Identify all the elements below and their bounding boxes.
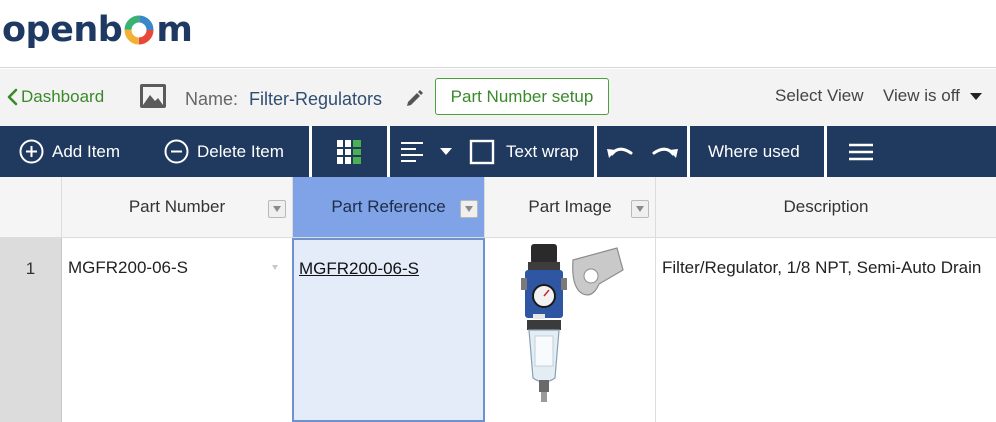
- caret-down-icon: [969, 92, 982, 100]
- column-header-label: Part Image: [528, 197, 612, 216]
- bom-header: Dashboard Name: Filter-Regulators Part N…: [0, 69, 996, 126]
- image-icon[interactable]: [139, 83, 167, 114]
- text-wrap-toggle[interactable]: Text wrap: [469, 126, 579, 177]
- select-view-label: Select View: [775, 86, 864, 105]
- redo-button[interactable]: [650, 126, 680, 177]
- filter-icon[interactable]: [460, 200, 478, 218]
- filter-icon[interactable]: [268, 200, 286, 218]
- logo-text-left: openb: [2, 10, 123, 50]
- column-header-part-image[interactable]: Part Image: [485, 177, 656, 238]
- minus-circle-icon: [164, 139, 189, 164]
- part-reference-link[interactable]: MGFR200-06-S: [299, 259, 419, 279]
- description-value: Filter/Regulator, 1/8 NPT, Semi-Auto Dra…: [662, 258, 982, 277]
- caret-down-icon[interactable]: [272, 265, 278, 270]
- filter-regulator-image[interactable]: [513, 240, 629, 410]
- grid-view-icon: [337, 139, 361, 164]
- part-image-cell[interactable]: [485, 238, 656, 422]
- toolbar-divider: [824, 126, 827, 177]
- add-item-label: Add Item: [52, 141, 121, 161]
- caret-down-icon: [440, 147, 452, 155]
- dashboard-label: Dashboard: [21, 87, 105, 106]
- logo-ring-icon: [124, 15, 154, 45]
- row-number-cell[interactable]: 1: [0, 238, 62, 422]
- toolbar-divider: [387, 126, 390, 177]
- row-number: 1: [25, 259, 36, 278]
- align-dropdown[interactable]: [400, 126, 452, 177]
- description-cell[interactable]: Filter/Regulator, 1/8 NPT, Semi-Auto Dra…: [656, 238, 996, 422]
- column-header-part-number[interactable]: Part Number: [62, 177, 293, 238]
- menu-icon: [849, 143, 873, 160]
- undo-button[interactable]: [605, 126, 635, 177]
- grid-view-button[interactable]: [336, 126, 362, 177]
- undo-icon: [607, 147, 633, 158]
- checkbox-icon: [469, 139, 495, 164]
- dashboard-link[interactable]: Dashboard: [6, 87, 104, 107]
- toolbar: Add Item Delete Item Text wrap Where use…: [0, 126, 996, 177]
- part-number-cell[interactable]: MGFR200-06-S: [62, 238, 293, 422]
- toolbar-divider: [594, 126, 597, 177]
- column-header-description[interactable]: Description: [656, 177, 996, 238]
- logo-text-right: m: [156, 10, 193, 50]
- column-header-label: Part Number: [128, 197, 226, 216]
- part-number-setup-button[interactable]: Part Number setup: [435, 78, 609, 115]
- row-number-header[interactable]: [0, 177, 62, 238]
- column-header-part-reference[interactable]: Part Reference: [293, 177, 485, 238]
- plus-circle-icon: [19, 139, 44, 164]
- filter-icon[interactable]: [631, 200, 649, 218]
- name-label: Name:: [185, 89, 239, 109]
- pencil-icon[interactable]: [404, 89, 424, 114]
- chevron-left-icon: [7, 88, 18, 106]
- toolbar-divider: [687, 126, 690, 177]
- part-number-value: MGFR200-06-S: [68, 258, 188, 277]
- part-reference-cell[interactable]: MGFR200-06-S: [292, 238, 485, 422]
- logo-bar: openb m: [0, 0, 996, 68]
- view-dropdown[interactable]: View is off: [883, 86, 982, 106]
- where-used-label: Where used: [708, 141, 800, 161]
- delete-item-button[interactable]: Delete Item: [164, 126, 284, 177]
- align-left-icon: [401, 141, 423, 162]
- add-item-button[interactable]: Add Item: [19, 126, 120, 177]
- openbom-logo[interactable]: openb m: [2, 8, 193, 52]
- bom-name[interactable]: Filter-Regulators: [249, 89, 382, 110]
- redo-icon: [652, 147, 678, 158]
- column-header-label: Part Reference: [331, 197, 446, 216]
- where-used-button[interactable]: Where used: [708, 126, 800, 177]
- delete-item-label: Delete Item: [197, 141, 284, 161]
- column-header-label: Description: [783, 197, 869, 216]
- view-status: View is off: [883, 86, 960, 105]
- toolbar-divider: [309, 126, 312, 177]
- text-wrap-label: Text wrap: [506, 141, 579, 161]
- bom-grid: Part Number Part Reference Part Image De…: [0, 177, 996, 422]
- menu-button[interactable]: [849, 126, 873, 177]
